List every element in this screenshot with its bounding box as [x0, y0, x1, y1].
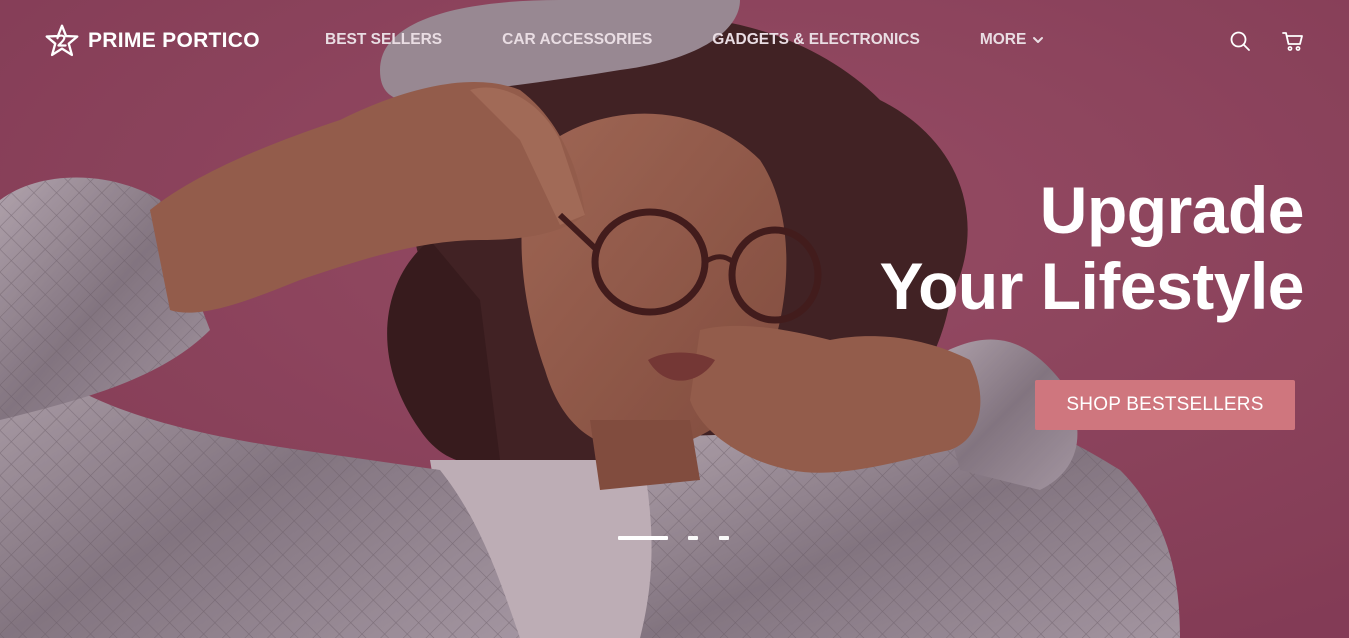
brand-name: PRIME PORTICO [88, 29, 260, 52]
star-badge-icon [45, 24, 79, 57]
nav-more[interactable]: MORE [980, 31, 1045, 49]
brand-logo[interactable]: PRIME PORTICO [44, 22, 260, 60]
hero-headline-line1: Upgrade [1039, 173, 1305, 247]
main-nav: BEST SELLERS CAR ACCESSORIES GADGETS & E… [325, 31, 1044, 49]
search-icon[interactable] [1228, 29, 1252, 53]
header-actions [1228, 29, 1305, 53]
nav-car-accessories[interactable]: CAR ACCESSORIES [502, 31, 652, 49]
cart-icon[interactable] [1281, 29, 1305, 53]
slide-dot-2[interactable] [688, 536, 698, 540]
nav-more-label: MORE [979, 31, 1027, 48]
slider-pagination [618, 536, 729, 540]
chevron-down-icon [1033, 37, 1044, 43]
slide-dot-1[interactable] [618, 536, 668, 540]
nav-gadgets-electronics[interactable]: GADGETS & ELECTRONICS [712, 31, 920, 49]
site-header: PRIME PORTICO BEST SELLERS CAR ACCESSORI… [0, 0, 1349, 84]
hero-banner: PRIME PORTICO BEST SELLERS CAR ACCESSORI… [0, 0, 1349, 638]
hero-headline: Upgrade Your Lifestyle [879, 172, 1304, 324]
shop-bestsellers-button[interactable]: SHOP BESTSELLERS [1035, 380, 1295, 430]
slide-dot-3[interactable] [719, 536, 729, 540]
nav-best-sellers[interactable]: BEST SELLERS [325, 31, 442, 49]
hero-headline-line2: Your Lifestyle [879, 249, 1304, 323]
